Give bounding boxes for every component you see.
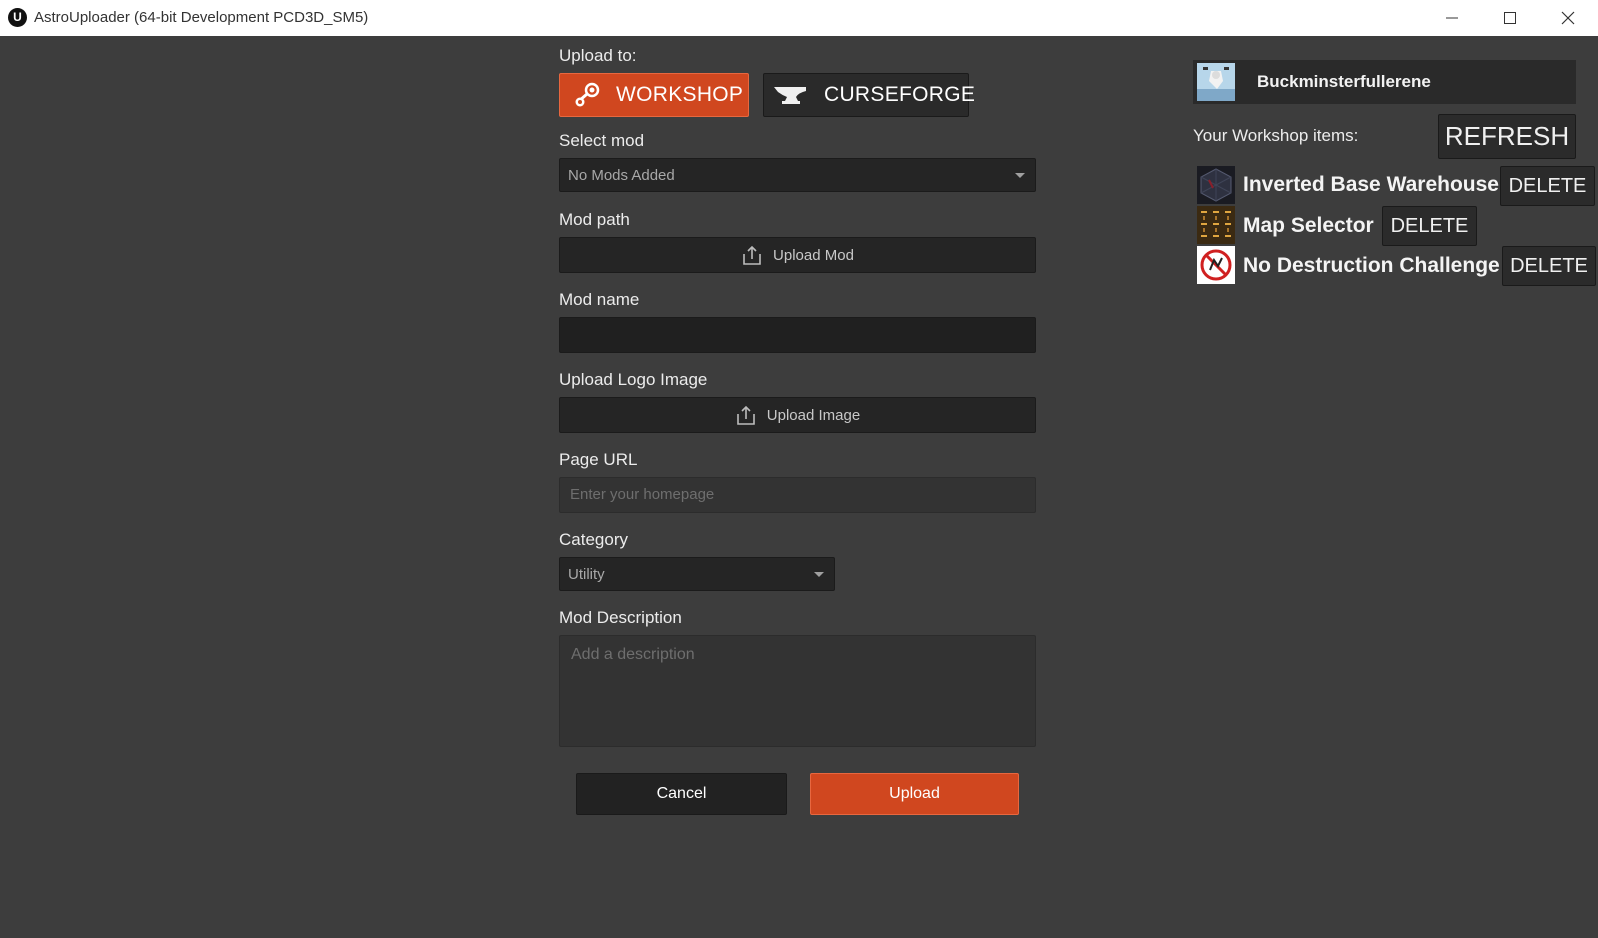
- page-url-input[interactable]: Enter your homepage: [559, 477, 1036, 513]
- upload-image-button[interactable]: Upload Image: [559, 397, 1036, 433]
- upload-mod-button[interactable]: Upload Mod: [559, 237, 1036, 273]
- user-panel: Buckminsterfullerene: [1193, 60, 1576, 104]
- mod-name-input[interactable]: [559, 317, 1036, 353]
- cancel-button[interactable]: Cancel: [576, 773, 787, 815]
- upload-mod-label: Upload Mod: [773, 246, 854, 264]
- logo-label: Upload Logo Image: [559, 370, 708, 389]
- steam-icon: [572, 80, 602, 110]
- upload-to-label: Upload to:: [559, 46, 637, 65]
- title-bar: U AstroUploader (64-bit Development PCD3…: [0, 0, 1598, 36]
- maximize-icon: [1504, 12, 1516, 24]
- item-thumbnail: [1197, 246, 1235, 284]
- anvil-icon: [772, 83, 808, 107]
- mod-path-label: Mod path: [559, 210, 630, 229]
- user-name: Buckminsterfullerene: [1257, 72, 1431, 91]
- minimize-button[interactable]: [1423, 0, 1481, 36]
- page-url-label: Page URL: [559, 450, 638, 469]
- item-thumbnail: [1197, 166, 1235, 204]
- window-title: AstroUploader (64-bit Development PCD3D_…: [34, 9, 369, 26]
- refresh-button[interactable]: REFRESH: [1438, 114, 1576, 159]
- description-placeholder: Add a description: [571, 646, 695, 663]
- chevron-down-icon: [814, 572, 824, 577]
- category-dropdown[interactable]: Utility: [559, 557, 835, 591]
- delete-button[interactable]: DELETE: [1502, 246, 1596, 286]
- workshop-button[interactable]: WORKSHOP: [559, 73, 749, 117]
- upload-icon: [736, 405, 755, 425]
- workshop-item-name: Inverted Base Warehouse: [1243, 173, 1499, 196]
- delete-button[interactable]: DELETE: [1500, 166, 1595, 206]
- page-url-placeholder: Enter your homepage: [570, 486, 715, 503]
- mod-name-label: Mod name: [559, 290, 640, 309]
- workshop-item-name: Map Selector: [1243, 214, 1374, 237]
- chevron-down-icon: [1015, 173, 1025, 178]
- user-avatar: [1197, 63, 1235, 101]
- select-mod-dropdown[interactable]: No Mods Added: [559, 158, 1036, 192]
- workshop-label: WORKSHOP: [616, 83, 744, 106]
- maximize-button[interactable]: [1481, 0, 1539, 36]
- upload-icon: [743, 245, 761, 265]
- category-value: Utility: [568, 565, 605, 583]
- close-icon: [1561, 11, 1575, 25]
- upload-image-label: Upload Image: [766, 406, 861, 424]
- close-button[interactable]: [1539, 0, 1597, 36]
- upload-button[interactable]: Upload: [810, 773, 1019, 815]
- delete-button[interactable]: DELETE: [1382, 206, 1477, 246]
- select-mod-label: Select mod: [559, 131, 645, 150]
- workshop-item-name: No Destruction Challenge: [1243, 254, 1500, 277]
- description-label: Mod Description: [559, 608, 682, 627]
- select-mod-value: No Mods Added: [568, 166, 675, 184]
- curseforge-label: CURSEFORGE: [824, 83, 976, 106]
- unreal-logo-icon: U: [8, 8, 27, 27]
- minimize-icon: [1446, 17, 1458, 19]
- curseforge-button[interactable]: CURSEFORGE: [763, 73, 975, 117]
- description-textarea[interactable]: Add a description: [559, 635, 1036, 747]
- workshop-items-label: Your Workshop items:: [1193, 126, 1359, 145]
- item-thumbnail: [1197, 206, 1235, 244]
- category-label: Category: [559, 530, 628, 549]
